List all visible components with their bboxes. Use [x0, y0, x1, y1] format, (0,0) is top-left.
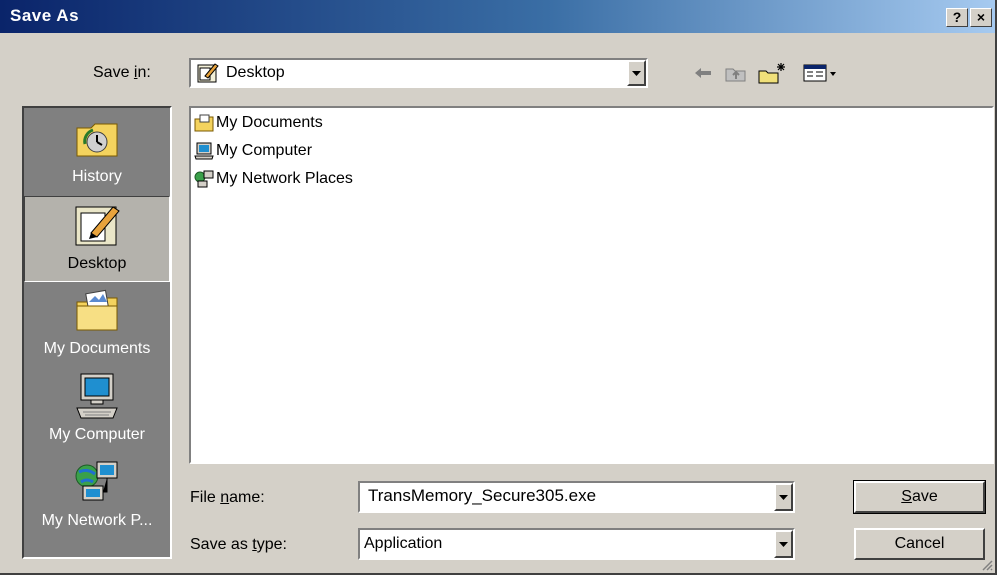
places-item-my-network-places[interactable]: My Network P...	[24, 454, 170, 540]
save-as-type-label-post: ype:	[256, 536, 287, 553]
new-folder-button[interactable]	[754, 60, 790, 86]
view-menu-button[interactable]	[800, 60, 840, 86]
file-name: My Network Places	[216, 170, 353, 187]
chevron-down-icon	[779, 541, 788, 547]
my-network-places-icon	[194, 170, 214, 188]
save-button-rest: ave	[911, 488, 938, 505]
file-name: My Documents	[216, 114, 323, 131]
file-name-label-key: n	[220, 489, 230, 506]
window-title: Save As	[10, 6, 80, 25]
up-folder-button[interactable]	[722, 60, 750, 86]
my-computer-icon	[194, 142, 214, 160]
list-item[interactable]: My Network Places	[194, 168, 353, 190]
cancel-button[interactable]: Cancel	[854, 528, 985, 560]
save-in-dropdown[interactable]: Desktop	[189, 58, 648, 88]
back-icon	[695, 68, 711, 78]
close-button[interactable]: ×	[970, 8, 992, 27]
file-name-input[interactable]	[368, 486, 758, 506]
places-item-label: My Computer	[48, 426, 146, 443]
save-as-type-dropdown[interactable]: Application	[358, 528, 795, 560]
places-item-my-documents[interactable]: My Documents	[24, 282, 170, 368]
save-as-type-label-pre: Save as	[190, 536, 253, 553]
save-as-type-dropdown-arrow[interactable]	[774, 530, 793, 558]
places-item-label: My Documents	[43, 340, 151, 357]
list-item[interactable]: My Computer	[194, 140, 312, 162]
file-list[interactable]: My Documents My Computer My Network Plac…	[189, 106, 994, 464]
my-network-places-icon	[75, 461, 118, 501]
save-in-dropdown-arrow[interactable]	[627, 60, 646, 86]
list-item[interactable]: My Documents	[194, 112, 323, 134]
desktop-icon	[75, 206, 120, 246]
up-folder-icon	[725, 68, 746, 82]
back-button[interactable]	[690, 60, 716, 86]
places-item-desktop[interactable]: Desktop	[24, 196, 170, 282]
file-name-label-post: ame:	[229, 489, 265, 506]
save-as-type-label: Save as type:	[190, 536, 287, 554]
save-in-value: Desktop	[226, 64, 285, 81]
file-name-label: File name:	[190, 489, 265, 507]
save-in-label-pre: Save	[93, 64, 134, 81]
view-menu-icon	[803, 64, 836, 82]
save-in-label-post: n:	[137, 64, 151, 81]
save-button-key: S	[901, 488, 912, 505]
my-documents-icon	[194, 114, 214, 132]
save-in-label: Save in:	[93, 64, 151, 82]
save-button[interactable]: Save	[853, 480, 986, 514]
places-item-my-computer[interactable]: My Computer	[24, 368, 170, 454]
file-name-label-pre: File	[190, 489, 221, 506]
places-item-label: Desktop	[67, 255, 127, 272]
save-as-type-value: Application	[364, 535, 443, 552]
file-name-combobox[interactable]	[358, 481, 795, 513]
help-button[interactable]: ?	[946, 8, 968, 27]
places-item-history[interactable]: History	[24, 110, 170, 196]
new-folder-icon	[758, 63, 785, 84]
file-name: My Computer	[216, 142, 313, 159]
desktop-icon	[197, 63, 219, 83]
my-documents-icon	[76, 289, 118, 331]
title-bar[interactable]: Save As ? ×	[0, 0, 995, 33]
save-as-dialog: Save As ? × Save in: Desktop History Des…	[0, 0, 997, 575]
file-name-dropdown-arrow[interactable]	[774, 483, 793, 511]
resize-grip-icon[interactable]	[981, 559, 993, 571]
my-computer-icon	[76, 373, 118, 419]
places-item-label: History	[72, 168, 122, 185]
chevron-down-icon	[632, 70, 641, 76]
places-bar: History Desktop My Documents My Computer…	[22, 106, 172, 559]
places-item-label: My Network P...	[41, 512, 153, 529]
history-icon	[76, 123, 118, 157]
chevron-down-icon	[779, 494, 788, 500]
